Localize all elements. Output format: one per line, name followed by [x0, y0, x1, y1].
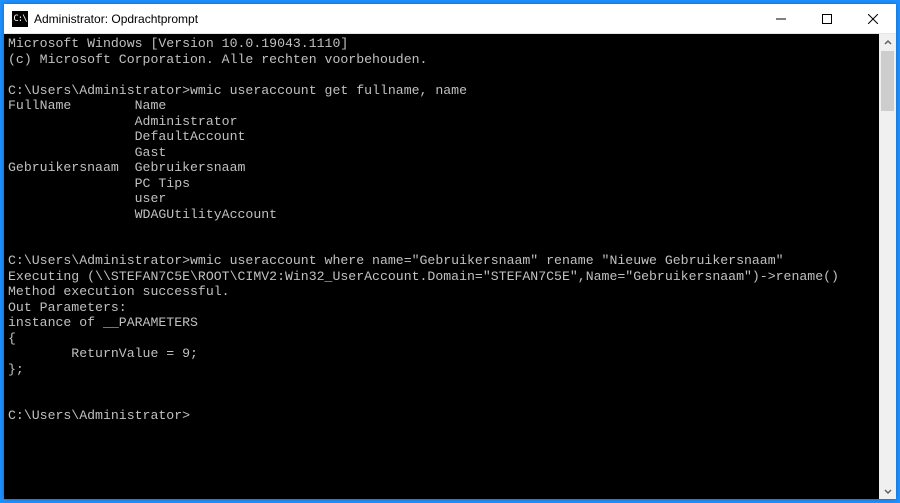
client-area: Microsoft Windows [Version 10.0.19043.11… — [4, 34, 896, 499]
vertical-scrollbar[interactable] — [879, 34, 896, 499]
chevron-down-icon — [884, 487, 892, 495]
close-button[interactable] — [850, 4, 896, 34]
scroll-up-button[interactable] — [879, 34, 896, 51]
close-icon — [868, 14, 878, 24]
command-prompt-window: C:\ Administrator: Opdrachtprompt Micros… — [4, 4, 896, 499]
cmd-icon: C:\ — [12, 11, 28, 27]
maximize-button[interactable] — [804, 4, 850, 34]
window-title: Administrator: Opdrachtprompt — [34, 12, 198, 26]
minimize-icon — [776, 14, 786, 24]
scroll-thumb[interactable] — [881, 51, 894, 111]
scroll-down-button[interactable] — [879, 482, 896, 499]
chevron-up-icon — [884, 39, 892, 47]
minimize-button[interactable] — [758, 4, 804, 34]
titlebar[interactable]: C:\ Administrator: Opdrachtprompt — [4, 4, 896, 34]
maximize-icon — [822, 14, 832, 24]
terminal-output[interactable]: Microsoft Windows [Version 10.0.19043.11… — [4, 34, 879, 499]
